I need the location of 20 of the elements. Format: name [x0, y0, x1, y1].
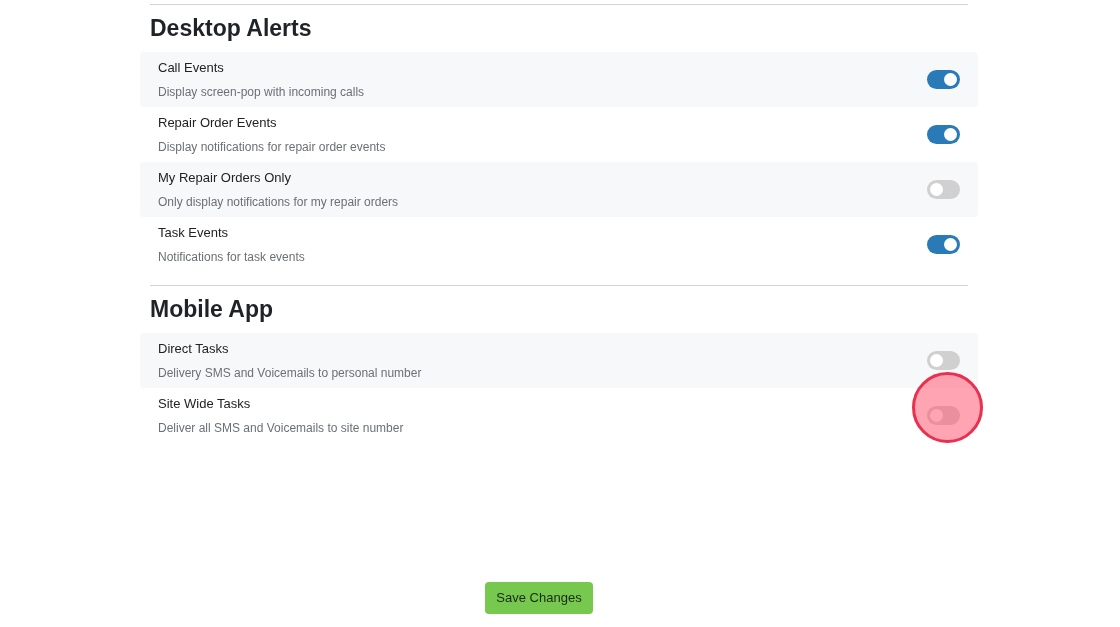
setting-label: Direct Tasks [158, 340, 230, 359]
setting-label: Site Wide Tasks [158, 395, 252, 414]
toggle-switch[interactable] [927, 351, 960, 370]
save-button[interactable]: Save Changes [485, 582, 593, 614]
setting-description: Display notifications for repair order events [158, 138, 386, 156]
section-heading: Desktop Alerts [150, 14, 312, 44]
setting-description: Deliver all SMS and Voicemails to site number [158, 419, 404, 437]
toggle-switch[interactable] [927, 125, 960, 144]
setting-description: Notifications for task events [158, 248, 305, 266]
setting-description: Display screen-pop with incoming calls [158, 83, 365, 101]
section-heading: Mobile App [150, 295, 274, 325]
toggle-switch[interactable] [927, 180, 960, 199]
setting-description: Delivery SMS and Voicemails to personal number [158, 364, 422, 382]
setting-label: Repair Order Events [158, 114, 278, 133]
setting-label: Task Events [158, 224, 230, 243]
toggle-switch[interactable] [927, 70, 960, 89]
toggle-switch[interactable] [927, 235, 960, 254]
setting-description: Only display notifications for my repair orders [158, 193, 399, 211]
setting-label: My Repair Orders Only [158, 169, 292, 188]
setting-label: Call Events [158, 59, 225, 78]
